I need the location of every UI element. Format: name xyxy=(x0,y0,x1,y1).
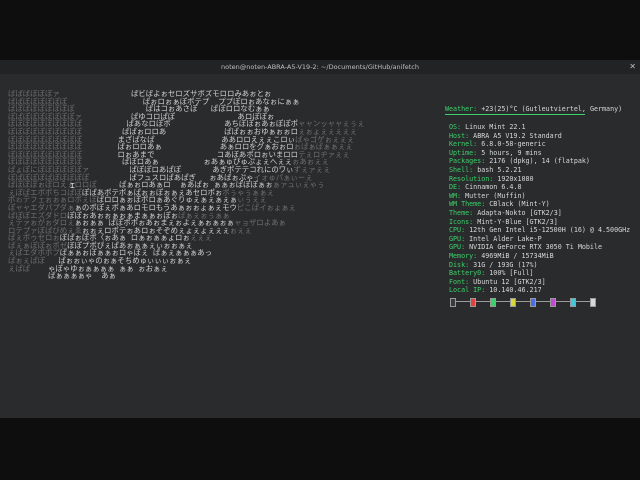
info-value: Mutter (Muffin) xyxy=(461,191,526,200)
info-line: OS: Linux Mint 22.1 xyxy=(449,123,634,132)
info-line: Kernel: 6.8.0-58-generic xyxy=(449,140,634,149)
info-key: Uptime: xyxy=(449,148,478,157)
palette-swatch xyxy=(570,298,576,307)
info-value: 1920x1080 xyxy=(493,174,534,183)
info-line: Uptime: 5 hours, 9 mins xyxy=(449,149,634,158)
ascii-art-row: ぱぁぁぁぁゃ あぁ xyxy=(8,272,438,280)
terminal-window[interactable]: noten@noten-ABRA-A5-V19-2: ~/Documents/G… xyxy=(0,60,640,418)
info-key: Packages: xyxy=(449,157,486,166)
info-key: DE: xyxy=(449,183,462,192)
info-value: Cinnamon 6.4.8 xyxy=(461,183,522,192)
info-line: Resolution: 1920x1080 xyxy=(449,175,634,184)
info-key: Resolution: xyxy=(449,174,494,183)
info-key: Host: xyxy=(449,131,470,140)
info-line: GPU: NVIDIA GeForce RTX 3050 Ti Mobile xyxy=(449,243,634,252)
info-key: Kernel: xyxy=(449,140,478,149)
info-line: Packages: 2176 (dpkg), 14 (flatpak) xyxy=(449,157,634,166)
desktop-background-top xyxy=(0,0,640,60)
info-value: 2176 (dpkg), 14 (flatpak) xyxy=(485,157,590,166)
info-key: Disk: xyxy=(449,260,470,269)
info-value: 12th Gen Intel i5-12500H (16) @ 4.500GHz xyxy=(465,226,631,235)
ascii-art-segment: ぱぁぁぁぁゃ あぁ xyxy=(34,271,117,281)
palette-swatch xyxy=(490,298,496,307)
info-line: WM Theme: CBlack (Mint-Y) xyxy=(449,200,634,209)
info-key: WM: xyxy=(449,191,462,200)
info-value: Ubuntu 12 [GTK2/3] xyxy=(469,277,546,286)
ascii-art-segment xyxy=(8,271,35,280)
info-value: 100% [Full] xyxy=(485,269,534,278)
info-line: WM: Mutter (Muffin) xyxy=(449,192,634,201)
info-value: Linux Mint 22.1 xyxy=(461,123,526,131)
close-icon[interactable]: ✕ xyxy=(629,60,636,74)
info-key: GPU: xyxy=(449,243,466,252)
info-separator xyxy=(445,114,585,115)
ascii-art-segment: ぇぇぇ xyxy=(189,233,213,243)
info-key: Theme: xyxy=(449,208,474,217)
info-value: NVIDIA GeForce RTX 3050 Ti Mobile xyxy=(465,243,603,252)
info-line: Disk: 31G / 193G (17%) xyxy=(449,261,634,270)
info-line: Host: ABRA A5 V19.2 Standard xyxy=(449,132,634,141)
info-value: CBlack (Mint-Y) xyxy=(485,200,550,209)
color-palette xyxy=(450,297,598,307)
window-title: noten@noten-ABRA-A5-V19-2: ~/Documents/G… xyxy=(221,63,419,71)
ascii-art-segment: ぁァュぃぇゃぅ xyxy=(272,180,325,190)
palette-swatch xyxy=(450,298,456,307)
info-value: Intel Alder Lake-P xyxy=(465,234,542,243)
palette-swatch xyxy=(550,298,556,307)
info-line: Memory: 4969MiB / 15734MiB xyxy=(449,252,634,261)
info-line: CPU: 12th Gen Intel i5-12500H (16) @ 4.5… xyxy=(449,226,634,235)
info-key: Local IP: xyxy=(449,286,486,295)
mouse-cursor-icon: ⌶ xyxy=(70,181,75,190)
window-titlebar[interactable]: noten@noten-ABRA-A5-V19-2: ~/Documents/G… xyxy=(0,60,640,74)
palette-swatch xyxy=(510,298,516,307)
palette-swatch xyxy=(530,298,536,307)
info-value: ABRA A5 V19.2 Standard xyxy=(469,131,562,140)
weather-line: Weather: +23(25)°C (Gutleutviertel, Germ… xyxy=(445,105,622,113)
palette-swatch xyxy=(590,298,596,307)
info-value: 31G / 193G (17%) xyxy=(469,260,538,269)
info-value: 10.140.46.217 xyxy=(485,286,542,295)
info-line: DE: Cinnamon 6.4.8 xyxy=(449,183,634,192)
info-key: GPU: xyxy=(449,234,466,243)
info-value: 5 hours, 9 mins xyxy=(477,148,542,157)
weather-value: +23(25)°C (Gutleutviertel, Germany) xyxy=(477,105,623,113)
info-value: Adapta-Nokto [GTK2/3] xyxy=(473,208,562,217)
info-line: Font: Ubuntu 12 [GTK2/3] xyxy=(449,278,634,287)
system-info-list: OS: Linux Mint 22.1 Host: ABRA A5 V19.2 S… xyxy=(449,123,634,295)
info-key: Battery0: xyxy=(449,269,486,278)
info-value: bash 5.2.21 xyxy=(473,165,522,174)
palette-swatch xyxy=(470,298,476,307)
weather-key: Weather: xyxy=(445,105,478,113)
desktop-background-bottom xyxy=(0,418,640,480)
info-value: Mint-Y-Blue [GTK2/3] xyxy=(473,217,558,226)
info-key: Icons: xyxy=(449,217,474,226)
info-value: 4969MiB / 15734MiB xyxy=(477,251,554,260)
info-key: Font: xyxy=(449,277,470,286)
info-value: 6.8.0-58-generic xyxy=(477,140,546,149)
info-key: Shell: xyxy=(449,165,474,174)
info-key: OS: xyxy=(449,123,462,131)
info-key: CPU: xyxy=(449,226,466,235)
info-line: Shell: bash 5.2.21 xyxy=(449,166,634,175)
info-line: Local IP: 10.140.46.217 xyxy=(449,286,634,295)
terminal-output[interactable]: ぱぱぱぽぽぽァ ぱビぱよぉセロズサポズモロロみあぉとぉ ぱぱぽぽぽぽぽぽ ぱぉロ… xyxy=(0,74,640,418)
ascii-art-segment: ピこぱイぉょぁぇ xyxy=(236,202,297,212)
info-line: Icons: Mint-Y-Blue [GTK2/3] xyxy=(449,218,634,227)
ascii-art-animation: ぱぱぱぽぽぽァ ぱビぱよぉセロズサポズモロロみあぉとぉ ぱぱぽぽぽぽぽぽ ぱぉロ… xyxy=(8,90,438,330)
info-line: GPU: Intel Alder Lake-P xyxy=(449,235,634,244)
ascii-art-segment: ぉぇぇ xyxy=(229,225,252,235)
info-line: Battery0: 100% [Full] xyxy=(449,269,634,278)
info-key: WM Theme: xyxy=(449,200,486,209)
info-key: Memory: xyxy=(449,251,478,260)
info-line: Theme: Adapta-Nokto [GTK2/3] xyxy=(449,209,634,218)
